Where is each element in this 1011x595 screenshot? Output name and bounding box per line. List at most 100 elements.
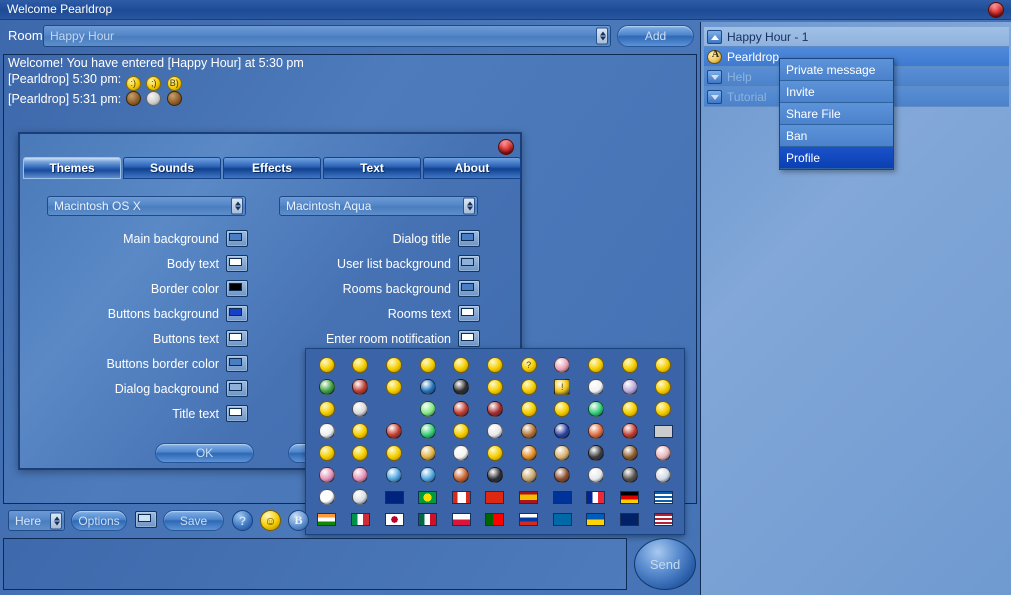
emoji-rose-icon[interactable] (613, 420, 647, 442)
emoji-skull-icon[interactable] (310, 420, 344, 442)
emoji-flag-es-icon[interactable] (512, 486, 546, 508)
message-input[interactable] (3, 538, 627, 590)
color-swatch-icon[interactable] (458, 305, 480, 322)
theme-select-left-spinner-icon[interactable] (231, 197, 243, 215)
emoji-grin-icon[interactable] (478, 354, 512, 376)
context-menu-item-invite[interactable]: Invite (780, 81, 893, 103)
color-swatch-icon[interactable] (226, 405, 248, 422)
emoji-flag-br-icon[interactable] (411, 486, 445, 508)
emoji-pumpkin-icon[interactable] (512, 442, 546, 464)
color-swatch-icon[interactable] (226, 255, 248, 272)
emoji-whistle-icon[interactable] (646, 376, 680, 398)
dialog-close-orb-icon[interactable] (498, 139, 514, 155)
emoji-thumbsup-icon[interactable] (478, 442, 512, 464)
emoji-soccer-icon[interactable] (310, 486, 344, 508)
emoji-ghost-icon[interactable] (613, 376, 647, 398)
emoji-bowling-icon[interactable] (478, 464, 512, 486)
emoji-wink-icon[interactable] (377, 354, 411, 376)
emoji-shock-icon[interactable] (512, 376, 546, 398)
emoji-spiral-icon[interactable] (478, 420, 512, 442)
emoji-flag-de-icon[interactable] (613, 486, 647, 508)
here-spinner-icon[interactable] (50, 512, 62, 529)
emoji-talk-icon[interactable] (512, 398, 546, 420)
emoji-male-sym-icon[interactable] (377, 464, 411, 486)
close-orb-icon[interactable] (988, 2, 1004, 18)
emoji-tissue-icon[interactable] (579, 376, 613, 398)
emoji-warning-icon[interactable]: ! (545, 376, 579, 398)
context-menu-item-ban[interactable]: Ban (780, 125, 893, 147)
emoji-arrow-icon[interactable] (411, 376, 445, 398)
emoji-flag-gr-icon[interactable] (646, 486, 680, 508)
emoji-blue-person-icon[interactable] (411, 464, 445, 486)
emoji-flag-fr-icon[interactable] (579, 486, 613, 508)
emoji-blush-icon[interactable] (445, 354, 479, 376)
emoji-sleepy-icon[interactable] (344, 442, 378, 464)
emoji-pacifier-icon[interactable] (579, 354, 613, 376)
emoji-globe-icon[interactable] (411, 420, 445, 442)
color-swatch-icon[interactable] (226, 380, 248, 397)
color-swatch-icon[interactable] (226, 230, 248, 247)
tab-themes[interactable]: Themes (23, 157, 121, 179)
emoji-flag-eu-icon[interactable] (545, 486, 579, 508)
emoji-flag-au-icon[interactable] (377, 486, 411, 508)
emoji-bat-icon[interactable] (512, 464, 546, 486)
color-swatch-icon[interactable] (226, 305, 248, 322)
save-button[interactable]: Save (163, 510, 224, 531)
emoji-music-pot-icon[interactable] (445, 376, 479, 398)
emoji-tennis-icon[interactable] (344, 486, 378, 508)
emoji-kiss-icon[interactable] (377, 376, 411, 398)
emoji-arrow-bow-icon[interactable] (579, 420, 613, 442)
emoji-splash-icon[interactable] (545, 354, 579, 376)
help-button[interactable]: ? (232, 510, 253, 531)
tab-sounds[interactable]: Sounds (123, 157, 221, 179)
context-menu-item-profile[interactable]: Profile (780, 147, 893, 169)
here-combo[interactable]: Here (8, 510, 65, 531)
emoji-laugh-icon[interactable] (411, 354, 445, 376)
room-spinner-icon[interactable] (596, 27, 608, 45)
emoji-basketball-icon[interactable] (445, 464, 479, 486)
emoji-boxing-icon[interactable] (545, 464, 579, 486)
emoji-football-icon[interactable] (478, 398, 512, 420)
emoji-flag-cn-icon[interactable] (478, 486, 512, 508)
emoji-scared-icon[interactable] (310, 398, 344, 420)
tab-about[interactable]: About (423, 157, 521, 179)
emoji-heart-icon[interactable] (344, 376, 378, 398)
room-combo[interactable]: Happy Hour (43, 25, 611, 47)
smiley-icon[interactable]: ☺ (260, 510, 281, 531)
emoji-blue-sad-icon[interactable] (545, 420, 579, 442)
emoji-stamp-icon[interactable] (344, 398, 378, 420)
emoji-sparkle-icon[interactable] (411, 398, 445, 420)
color-swatch-icon[interactable] (458, 255, 480, 272)
emoji-yinyang-icon[interactable] (377, 420, 411, 442)
emoji-teeth-icon[interactable] (310, 376, 344, 398)
color-swatch-icon[interactable] (135, 511, 157, 528)
emoji-smile-icon[interactable] (310, 354, 344, 376)
tab-text[interactable]: Text (323, 157, 421, 179)
emoji-mask-icon[interactable] (310, 442, 344, 464)
theme-select-left[interactable]: Macintosh OS X (47, 196, 246, 216)
options-button[interactable]: Options (71, 510, 127, 531)
emoji-coffee-icon[interactable] (512, 420, 546, 442)
emoji-worried-icon[interactable] (545, 398, 579, 420)
color-swatch-icon[interactable] (226, 280, 248, 297)
emoji-yawn-icon[interactable] (646, 398, 680, 420)
emoji-green-splat-icon[interactable] (579, 398, 613, 420)
color-swatch-icon[interactable] (458, 280, 480, 297)
emoji-angry-icon[interactable] (377, 442, 411, 464)
emoji-golf-icon[interactable] (579, 464, 613, 486)
emoji-pink-person-icon[interactable] (344, 464, 378, 486)
emoji-cat-icon[interactable] (411, 442, 445, 464)
color-swatch-icon[interactable] (226, 330, 248, 347)
color-swatch-icon[interactable] (226, 355, 248, 372)
emoji-flag-ca-icon[interactable] (445, 486, 479, 508)
emoji-flag-stripe-icon[interactable] (646, 420, 680, 442)
emoji-big-smile-icon[interactable] (478, 376, 512, 398)
emoji-question-icon[interactable]: ? (512, 354, 546, 376)
theme-select-right-spinner-icon[interactable] (463, 197, 475, 215)
tab-effects[interactable]: Effects (223, 157, 321, 179)
emoji-beer-icon[interactable] (545, 442, 579, 464)
add-room-button[interactable]: Add (617, 25, 694, 47)
emoji-speech-icon[interactable] (445, 442, 479, 464)
color-swatch-icon[interactable] (458, 230, 480, 247)
emoji-pray-icon[interactable] (613, 398, 647, 420)
